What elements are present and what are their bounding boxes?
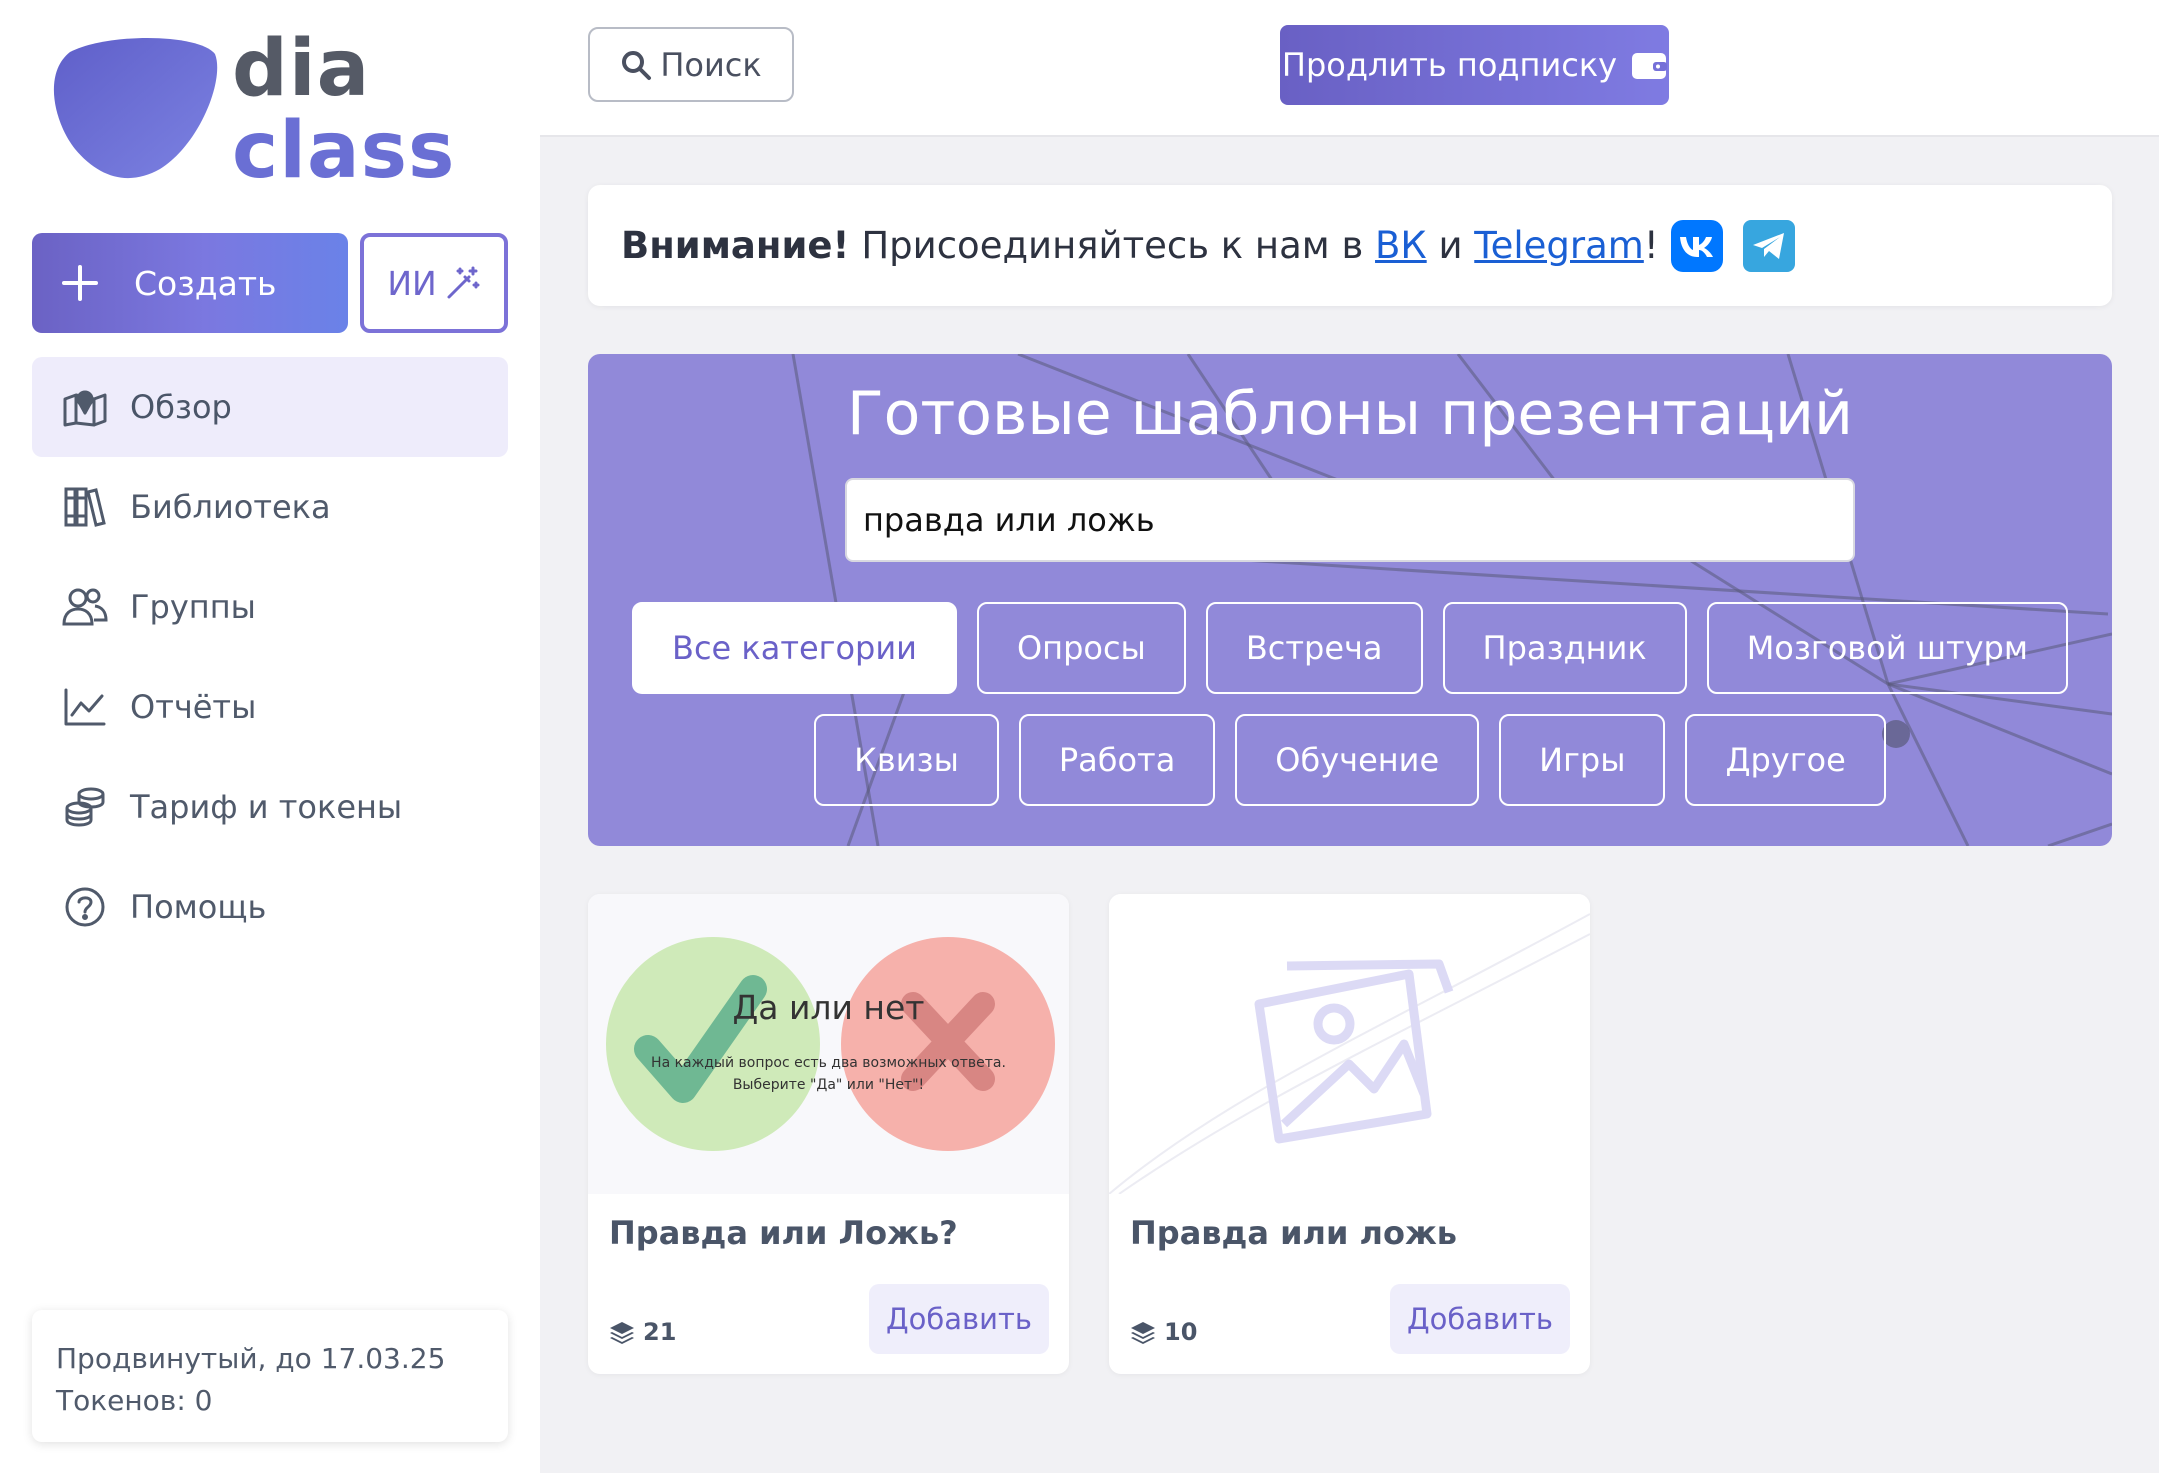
telegram-icon[interactable] <box>1742 219 1795 272</box>
category-games[interactable]: Игры <box>1499 714 1666 806</box>
category-holiday[interactable]: Праздник <box>1442 602 1687 694</box>
create-button-label: Создать <box>134 263 277 303</box>
wallet-icon <box>1632 53 1668 79</box>
renew-button-label: Продлить подписку <box>1281 46 1618 84</box>
add-template-button[interactable]: Добавить <box>869 1284 1049 1354</box>
chart-line-icon <box>60 685 110 729</box>
template-title: Правда или Ложь? <box>609 1214 958 1252</box>
sidebar-item-reports[interactable]: Отчёты <box>32 657 508 757</box>
token-count: Токенов: 0 <box>56 1384 213 1417</box>
logo-text-dia: dia <box>232 24 371 114</box>
template-card[interactable]: Да или нет На каждый вопрос есть два воз… <box>588 894 1069 1374</box>
vk-icon[interactable] <box>1670 219 1723 272</box>
slide-count: 10 <box>1130 1318 1197 1346</box>
notice-end: ! <box>1643 224 1659 267</box>
category-other[interactable]: Другое <box>1685 714 1886 806</box>
logo-blob-icon <box>53 37 218 179</box>
sidebar-item-tariff[interactable]: Тариф и токены <box>32 757 508 857</box>
library-icon <box>60 485 110 529</box>
sidebar-nav: Обзор Библиотека Группы Отчёты Тариф и т… <box>32 357 508 957</box>
help-circle-icon <box>60 885 110 929</box>
ai-button-label: ИИ <box>387 263 437 303</box>
slide-count: 21 <box>609 1318 676 1346</box>
yes-no-illustration <box>606 937 1055 1151</box>
layers-icon <box>610 1322 634 1344</box>
category-row: Квизы Работа Обучение Игры Другое <box>588 714 2112 806</box>
layers-icon <box>1131 1322 1155 1344</box>
template-search-input[interactable] <box>845 478 1855 562</box>
preview-title: Да или нет <box>732 988 925 1027</box>
notice-bold: Внимание! <box>621 224 850 267</box>
sidebar-item-label: Тариф и токены <box>130 788 403 826</box>
preview-subtitle-line: На каждый вопрос есть два возможных отве… <box>651 1055 1006 1071</box>
topbar: Поиск Продлить подписку <box>540 0 2159 137</box>
template-card[interactable]: Правда или ложь 10 Добавить <box>1109 894 1590 1374</box>
sidebar-item-label: Обзор <box>130 388 232 426</box>
sidebar-item-groups[interactable]: Группы <box>32 557 508 657</box>
category-meeting[interactable]: Встреча <box>1205 602 1423 694</box>
ai-button[interactable]: ИИ <box>360 233 508 333</box>
sidebar-item-overview[interactable]: Обзор <box>32 357 508 457</box>
category-work[interactable]: Работа <box>1018 714 1216 806</box>
search-button-label: Поиск <box>660 45 762 84</box>
preview-subtitle: На каждый вопрос есть два возможных отве… <box>588 1052 1069 1096</box>
notice-and: и <box>1438 224 1463 267</box>
category-quizzes[interactable]: Квизы <box>814 714 999 806</box>
slide-count-value: 10 <box>1164 1318 1198 1346</box>
template-title: Правда или ложь <box>1130 1214 1458 1252</box>
preview-subtitle-line: Выберите "Да" или "Нет"! <box>732 1077 925 1093</box>
sidebar-item-label: Группы <box>130 588 256 626</box>
category-brainstorm[interactable]: Мозговой штурм <box>1706 602 2068 694</box>
sidebar-item-help[interactable]: Помощь <box>32 857 508 957</box>
search-button[interactable]: Поиск <box>588 27 794 102</box>
notice-banner: Внимание! Присоединяйтесь к нам в ВК и T… <box>588 185 2112 306</box>
telegram-link[interactable]: Telegram <box>1474 224 1644 267</box>
search-icon <box>622 50 652 80</box>
coins-icon <box>60 785 110 829</box>
users-icon <box>60 585 110 629</box>
category-education[interactable]: Обучение <box>1235 714 1480 806</box>
template-thumbnail: Да или нет На каждый вопрос есть два воз… <box>588 894 1069 1194</box>
plan-name: Продвинутый, до 17.03.25 <box>56 1342 446 1375</box>
category-row: Все категории Опросы Встреча Праздник Мо… <box>588 602 2112 694</box>
slide-count-value: 21 <box>643 1318 677 1346</box>
renew-subscription-button[interactable]: Продлить подписку <box>1280 25 1669 105</box>
sidebar-item-label: Библиотека <box>130 488 331 526</box>
category-filters: Все категории Опросы Встреча Праздник Мо… <box>588 602 2112 826</box>
hero-title: Готовые шаблоны презентаций <box>847 379 1853 449</box>
logo-text-class: class <box>232 106 456 196</box>
sidebar-item-library[interactable]: Библиотека <box>32 457 508 557</box>
add-template-button[interactable]: Добавить <box>1390 1284 1570 1354</box>
create-button[interactable]: Создать <box>32 233 348 333</box>
plan-card: Продвинутый, до 17.03.25 Токенов: 0 <box>32 1310 508 1442</box>
templates-hero: Готовые шаблоны презентаций Все категори… <box>588 354 2112 846</box>
notice-text: Присоединяйтесь к нам в <box>861 224 1364 267</box>
logo[interactable]: dia class <box>50 28 454 192</box>
category-all[interactable]: Все категории <box>631 602 957 694</box>
template-thumbnail <box>1109 894 1590 1194</box>
sidebar-item-label: Отчёты <box>130 688 257 726</box>
sidebar: dia class Создать ИИ Обзор Библиотека Гр… <box>0 0 540 1473</box>
plus-icon <box>62 265 98 301</box>
category-polls[interactable]: Опросы <box>976 602 1186 694</box>
vk-link[interactable]: ВК <box>1375 224 1427 267</box>
sidebar-item-label: Помощь <box>130 888 267 926</box>
magic-wand-icon <box>447 266 480 299</box>
image-placeholder-icon <box>1109 913 1590 1194</box>
map-icon <box>60 385 110 429</box>
